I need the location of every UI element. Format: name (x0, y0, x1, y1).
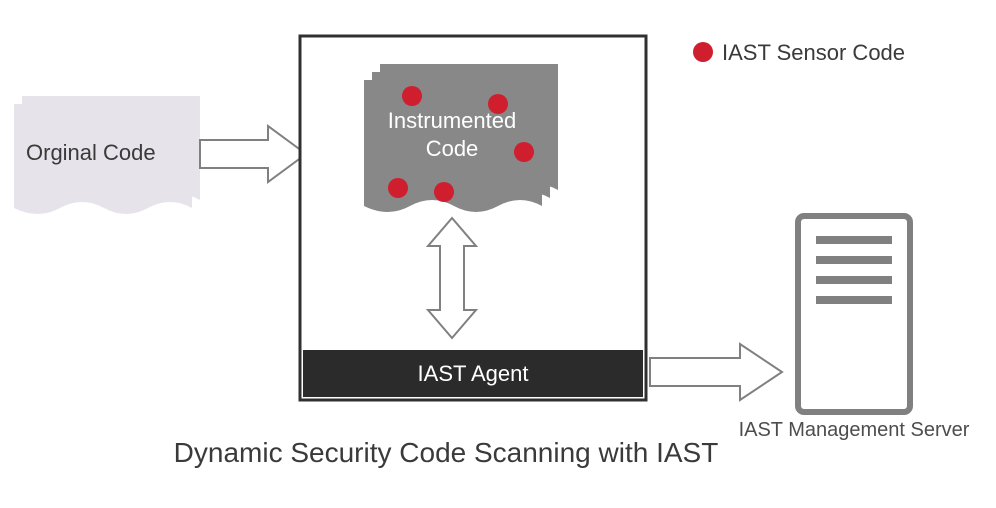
sensor-dot-icon (693, 42, 713, 62)
diagram-caption: Dynamic Security Code Scanning with IAST (174, 437, 719, 468)
original-code-block: Orginal Code (14, 96, 200, 214)
original-code-label: Orginal Code (26, 140, 156, 165)
arrow-original-to-container (200, 126, 306, 182)
legend-label: IAST Sensor Code (722, 40, 905, 65)
app-container: Instrumented Code IAST Agent (300, 36, 646, 400)
sensor-dot-icon (388, 178, 408, 198)
sensor-dot-icon (434, 182, 454, 202)
iast-management-server: IAST Management Server (739, 216, 970, 441)
legend: IAST Sensor Code (693, 40, 905, 65)
iast-agent-label: IAST Agent (418, 361, 529, 386)
server-label: IAST Management Server (739, 419, 970, 441)
instrumented-code-label-1: Instrumented (388, 108, 516, 133)
instrumented-code-label-2: Code (426, 136, 479, 161)
instrumented-code-block: Instrumented Code (364, 64, 558, 212)
sensor-dot-icon (402, 86, 422, 106)
server-icon (798, 216, 910, 412)
arrow-agent-to-server (650, 344, 782, 400)
iast-agent-bar: IAST Agent (303, 350, 643, 397)
sensor-dot-icon (514, 142, 534, 162)
